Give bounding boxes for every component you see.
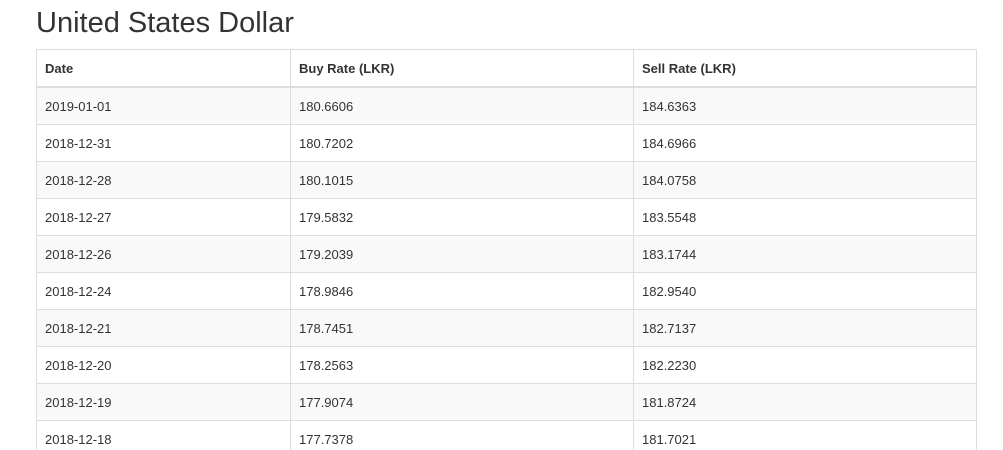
table-row: 2018-12-20 178.2563 182.2230 [36,346,977,384]
cell-sell-rate: 182.2230 [633,346,977,384]
table-row: 2018-12-18 177.7378 181.7021 [36,420,977,450]
cell-buy-rate: 179.2039 [290,235,634,273]
cell-sell-rate: 184.6966 [633,124,977,162]
cell-date: 2019-01-01 [36,86,291,125]
column-header-sell-rate: Sell Rate (LKR) [633,49,977,88]
cell-date: 2018-12-26 [36,235,291,273]
cell-buy-rate: 179.5832 [290,198,634,236]
cell-buy-rate: 177.7378 [290,420,634,450]
table-header-row: Date Buy Rate (LKR) Sell Rate (LKR) [36,49,977,88]
cell-date: 2018-12-20 [36,346,291,384]
table-row: 2018-12-31 180.7202 184.6966 [36,124,977,162]
table-row: 2018-12-21 178.7451 182.7137 [36,309,977,347]
cell-buy-rate: 178.2563 [290,346,634,384]
table-row: 2019-01-01 180.6606 184.6363 [36,86,977,125]
cell-date: 2018-12-19 [36,383,291,421]
cell-buy-rate: 180.7202 [290,124,634,162]
table-row: 2018-12-28 180.1015 184.0758 [36,161,977,199]
cell-buy-rate: 180.1015 [290,161,634,199]
cell-sell-rate: 181.7021 [633,420,977,450]
cell-date: 2018-12-21 [36,309,291,347]
cell-sell-rate: 182.9540 [633,272,977,310]
cell-date: 2018-12-24 [36,272,291,310]
cell-date: 2018-12-18 [36,420,291,450]
table-row: 2018-12-26 179.2039 183.1744 [36,235,977,273]
table-row: 2018-12-27 179.5832 183.5548 [36,198,977,236]
exchange-rates-table: Date Buy Rate (LKR) Sell Rate (LKR) 2019… [36,49,977,450]
cell-buy-rate: 178.9846 [290,272,634,310]
cell-sell-rate: 182.7137 [633,309,977,347]
table-header: Date Buy Rate (LKR) Sell Rate (LKR) [36,49,977,88]
cell-buy-rate: 178.7451 [290,309,634,347]
cell-sell-rate: 183.1744 [633,235,977,273]
page-title: United States Dollar [36,7,294,39]
cell-sell-rate: 184.0758 [633,161,977,199]
cell-date: 2018-12-27 [36,198,291,236]
cell-date: 2018-12-31 [36,124,291,162]
cell-sell-rate: 183.5548 [633,198,977,236]
cell-buy-rate: 180.6606 [290,86,634,125]
cell-buy-rate: 177.9074 [290,383,634,421]
column-header-buy-rate: Buy Rate (LKR) [290,49,634,88]
column-header-date: Date [36,49,291,88]
cell-sell-rate: 184.6363 [633,86,977,125]
table-row: 2018-12-24 178.9846 182.9540 [36,272,977,310]
table-row: 2018-12-19 177.9074 181.8724 [36,383,977,421]
table-body: 2019-01-01 180.6606 184.6363 2018-12-31 … [36,86,977,450]
cell-sell-rate: 181.8724 [633,383,977,421]
cell-date: 2018-12-28 [36,161,291,199]
